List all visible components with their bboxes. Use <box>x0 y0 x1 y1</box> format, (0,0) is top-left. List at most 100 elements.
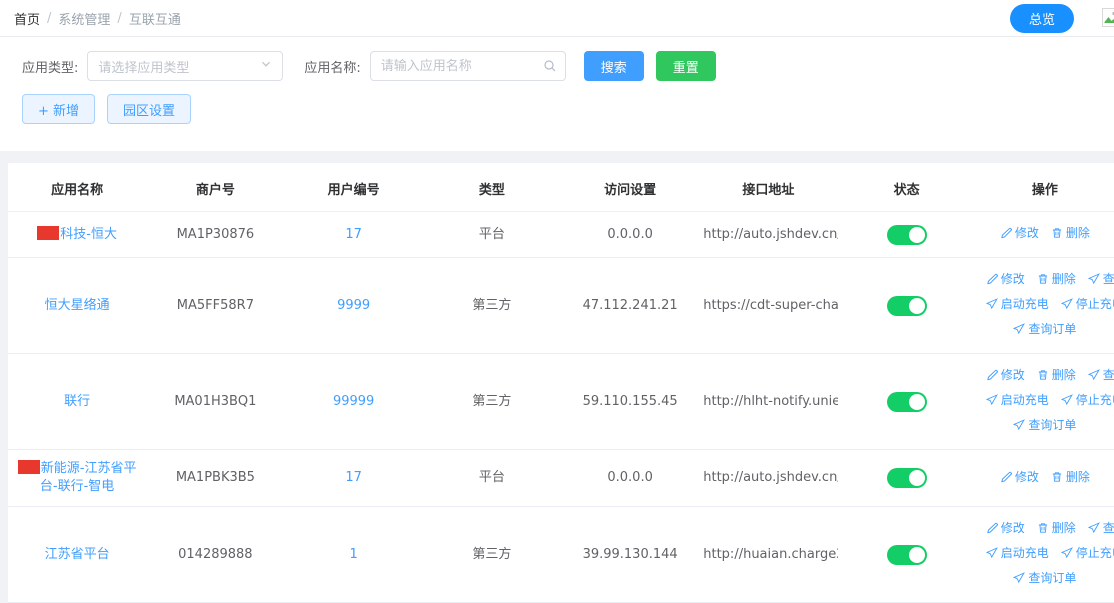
redaction-block <box>18 460 40 474</box>
send-icon <box>1088 273 1100 285</box>
api-url-cell: http://hlht-notify.uniev.c... <box>699 354 837 450</box>
app-name-link[interactable]: 江苏省平台 <box>45 547 110 562</box>
ops-cell: 修改删除查询站点启动充电停止充电查询订单 <box>976 354 1114 450</box>
start-charge-button[interactable]: 启动充电 <box>986 542 1049 564</box>
status-cell <box>838 258 976 354</box>
op-label: 启动充电 <box>1001 542 1049 564</box>
op-label: 修改 <box>1001 517 1025 539</box>
add-button[interactable]: + 新增 <box>22 94 95 124</box>
app-name-cell: 江苏省平台 <box>8 507 146 603</box>
query-order-button[interactable]: 查询订单 <box>1013 414 1076 436</box>
stop-charge-button[interactable]: 停止充电 <box>1061 293 1114 315</box>
ops-cell: 修改删除 <box>976 212 1114 258</box>
op-label: 删除 <box>1052 517 1076 539</box>
status-toggle[interactable] <box>887 225 927 245</box>
merchant-no-cell: MA01H3BQ1 <box>146 354 284 450</box>
delete-button[interactable]: 删除 <box>1037 364 1076 386</box>
send-icon <box>1088 522 1100 534</box>
toggle-knob <box>909 227 925 243</box>
user-no-link[interactable]: 9999 <box>337 298 370 313</box>
app-name-cell: 恒大星络通 <box>8 258 146 354</box>
stop-charge-button[interactable]: 停止充电 <box>1061 389 1114 411</box>
delete-button[interactable]: 删除 <box>1037 268 1076 290</box>
delete-icon <box>1037 369 1049 381</box>
query-station-button[interactable]: 查询站点 <box>1088 268 1114 290</box>
delete-button[interactable]: 删除 <box>1037 517 1076 539</box>
query-station-button[interactable]: 查询站点 <box>1088 364 1114 386</box>
status-toggle[interactable] <box>887 296 927 316</box>
op-label: 修改 <box>1015 466 1039 488</box>
chevron-down-icon <box>260 58 272 74</box>
delete-icon <box>1037 273 1049 285</box>
app-name-link[interactable]: 科技-恒大 <box>37 227 117 242</box>
user-no-cell: 17 <box>285 212 423 258</box>
modify-button[interactable]: 修改 <box>1000 222 1039 244</box>
ops-cell: 修改 删除查询站点启动充电停止充电查询订单 <box>976 507 1114 603</box>
user-no-cell: 9999 <box>285 258 423 354</box>
query-station-button[interactable]: 查询站点 <box>1088 517 1114 539</box>
modify-button[interactable]: 修改 <box>986 364 1025 386</box>
op-label: 修改 <box>1001 268 1025 290</box>
query-order-button[interactable]: 查询订单 <box>1013 567 1076 589</box>
access-cell: 0.0.0.0 <box>561 450 699 507</box>
merchant-no-cell: MA1P30876 <box>146 212 284 258</box>
status-cell <box>838 212 976 258</box>
query-order-button[interactable]: 查询订单 <box>1013 318 1076 340</box>
ops-line: 修改删除查询站点 <box>980 364 1110 389</box>
delete-button[interactable]: 删除 <box>1051 222 1090 244</box>
modify-button[interactable]: 修改 <box>1000 466 1039 488</box>
ops-line: 查询订单 <box>980 414 1110 439</box>
col-type: 类型 <box>423 163 561 212</box>
user-no-link[interactable]: 1 <box>349 547 357 562</box>
modify-button[interactable]: 修改 <box>986 517 1025 539</box>
op-label: 删除 <box>1066 466 1090 488</box>
top-bar: 首页 / 系统管理 / 互联互通 总览 <box>0 0 1114 37</box>
app-name-link[interactable]: 新能源-江苏省平台-联行-智电 <box>18 461 137 494</box>
edit-icon <box>986 522 998 534</box>
type-cell: 第三方 <box>423 507 561 603</box>
delete-button[interactable]: 删除 <box>1051 466 1090 488</box>
status-toggle[interactable] <box>887 545 927 565</box>
app-name-link[interactable]: 恒大星络通 <box>45 298 110 313</box>
type-cell: 第三方 <box>423 258 561 354</box>
send-icon <box>1088 369 1100 381</box>
breadcrumb-home[interactable]: 首页 <box>14 9 40 28</box>
table-row: 联行MA01H3BQ199999第三方59.110.155.45http://h… <box>8 354 1114 450</box>
table-row: 新能源-江苏省平台-联行-智电MA1PBK3B517平台0.0.0.0http:… <box>8 450 1114 507</box>
merchant-no-cell: 014289888 <box>146 507 284 603</box>
search-button[interactable]: 搜索 <box>584 51 644 81</box>
overview-button[interactable]: 总览 <box>1010 4 1074 33</box>
op-label: 启动充电 <box>1001 293 1049 315</box>
user-no-link[interactable]: 17 <box>345 470 362 485</box>
table-body: 科技-恒大MA1P3087617平台0.0.0.0http://auto.jsh… <box>8 212 1114 603</box>
ops-line: 修改 删除 <box>980 466 1110 491</box>
breadcrumb-system-management[interactable]: 系统管理 <box>58 9 110 28</box>
app-type-select[interactable]: 请选择应用类型 <box>87 51 283 81</box>
broken-image-icon <box>1102 8 1114 31</box>
access-cell: 47.112.241.21 <box>561 258 699 354</box>
reset-button[interactable]: 重置 <box>656 51 716 81</box>
edit-icon <box>1000 471 1012 483</box>
merchant-no-cell: MA1PBK3B5 <box>146 450 284 507</box>
op-label: 查询订单 <box>1028 567 1076 589</box>
start-charge-button[interactable]: 启动充电 <box>986 293 1049 315</box>
interconnect-table: 应用名称 商户号 用户编号 类型 访问设置 接口地址 状态 操作 科技-恒大MA… <box>8 163 1114 603</box>
redaction-block <box>37 226 59 240</box>
app-name-link[interactable]: 联行 <box>64 394 90 409</box>
api-url-cell: http://huaian.charge2ca... <box>699 507 837 603</box>
status-toggle[interactable] <box>887 468 927 488</box>
app-name-input[interactable] <box>370 51 566 81</box>
api-url-cell: http://auto.jshdev.cn/ga... <box>699 450 837 507</box>
send-icon <box>1061 394 1073 406</box>
park-settings-button[interactable]: 园区设置 <box>107 94 191 124</box>
modify-button[interactable]: 修改 <box>986 268 1025 290</box>
user-no-link[interactable]: 17 <box>345 227 362 242</box>
status-toggle[interactable] <box>887 392 927 412</box>
start-charge-button[interactable]: 启动充电 <box>986 389 1049 411</box>
type-cell: 第三方 <box>423 354 561 450</box>
ops-line: 修改删除查询站点 <box>980 517 1110 542</box>
user-no-link[interactable]: 99999 <box>333 394 374 409</box>
send-icon <box>986 394 998 406</box>
status-cell <box>838 507 976 603</box>
stop-charge-button[interactable]: 停止充电 <box>1061 542 1114 564</box>
